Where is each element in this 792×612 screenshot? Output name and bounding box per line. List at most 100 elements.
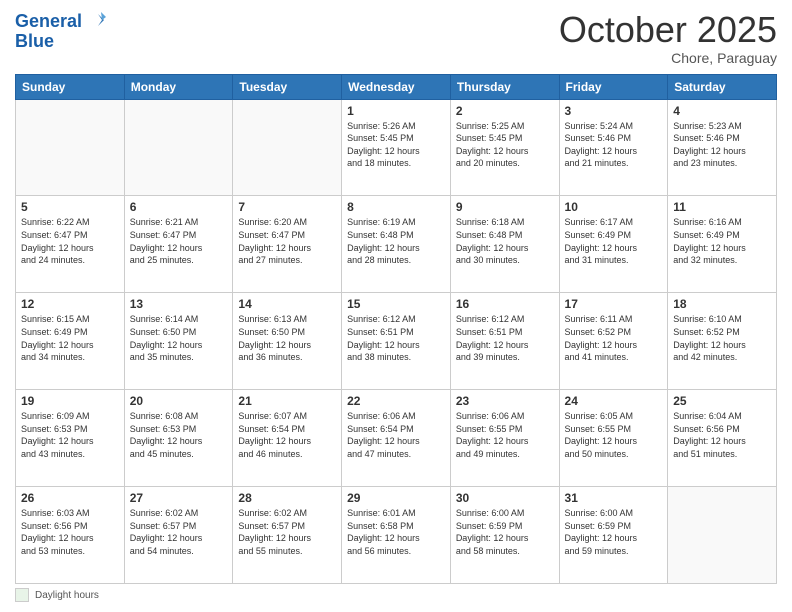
day-number: 13 xyxy=(130,297,228,311)
day-info: Sunrise: 6:06 AM Sunset: 6:54 PM Dayligh… xyxy=(347,410,445,460)
logo-general: General xyxy=(15,12,82,30)
calendar-cell xyxy=(16,99,125,196)
daylight-box xyxy=(15,588,29,602)
day-number: 31 xyxy=(565,491,663,505)
calendar-cell: 27Sunrise: 6:02 AM Sunset: 6:57 PM Dayli… xyxy=(124,487,233,584)
calendar-cell: 21Sunrise: 6:07 AM Sunset: 6:54 PM Dayli… xyxy=(233,390,342,487)
day-number: 1 xyxy=(347,104,445,118)
day-number: 5 xyxy=(21,200,119,214)
calendar-cell xyxy=(668,487,777,584)
calendar-cell xyxy=(233,99,342,196)
day-info: Sunrise: 6:11 AM Sunset: 6:52 PM Dayligh… xyxy=(565,313,663,363)
day-number: 24 xyxy=(565,394,663,408)
calendar-week-row: 1 Sunrise: 5:26 AM Sunset: 5:45 PM Daylig… xyxy=(16,99,777,196)
day-number: 23 xyxy=(456,394,554,408)
calendar-header-saturday: Saturday xyxy=(668,74,777,99)
day-info: Sunrise: 6:16 AM Sunset: 6:49 PM Dayligh… xyxy=(673,216,771,266)
calendar-cell: 15 Sunrise: 6:12 AM Sunset: 6:51 PM Dayli… xyxy=(342,293,451,390)
day-info: Sunrise: 5:25 AM Sunset: 5:45 PM Dayligh… xyxy=(456,120,554,170)
day-info: Sunrise: 6:13 AM Sunset: 6:50 PM Dayligh… xyxy=(238,313,336,363)
calendar-cell: 18 Sunrise: 6:10 AM Sunset: 6:52 PM Dayli… xyxy=(668,293,777,390)
day-info: Sunrise: 6:18 AM Sunset: 6:48 PM Dayligh… xyxy=(456,216,554,266)
day-number: 11 xyxy=(673,200,771,214)
day-number: 4 xyxy=(673,104,771,118)
day-info: Sunrise: 6:03 AM Sunset: 6:56 PM Dayligh… xyxy=(21,507,119,557)
day-number: 10 xyxy=(565,200,663,214)
calendar-cell: 26 Sunrise: 6:03 AM Sunset: 6:56 PM Dayli… xyxy=(16,487,125,584)
calendar-header-sunday: Sunday xyxy=(16,74,125,99)
calendar-cell: 23 Sunrise: 6:06 AM Sunset: 6:55 PM Dayli… xyxy=(450,390,559,487)
day-info: Sunrise: 6:12 AM Sunset: 6:51 PM Dayligh… xyxy=(347,313,445,363)
logo-bird-icon xyxy=(84,10,106,32)
day-number: 25 xyxy=(673,394,771,408)
day-info: Sunrise: 6:05 AM Sunset: 6:55 PM Dayligh… xyxy=(565,410,663,460)
day-number: 22 xyxy=(347,394,445,408)
day-info: Sunrise: 6:00 AM Sunset: 6:59 PM Dayligh… xyxy=(456,507,554,557)
calendar-week-row: 19Sunrise: 6:09 AM Sunset: 6:53 PM Dayli… xyxy=(16,390,777,487)
calendar-cell: 8Sunrise: 6:19 AM Sunset: 6:48 PM Daylig… xyxy=(342,196,451,293)
calendar-cell: 10Sunrise: 6:17 AM Sunset: 6:49 PM Dayli… xyxy=(559,196,668,293)
calendar-cell: 6Sunrise: 6:21 AM Sunset: 6:47 PM Daylig… xyxy=(124,196,233,293)
calendar-cell: 5 Sunrise: 6:22 AM Sunset: 6:47 PM Daylig… xyxy=(16,196,125,293)
calendar-cell: 3Sunrise: 5:24 AM Sunset: 5:46 PM Daylig… xyxy=(559,99,668,196)
calendar-cell: 19Sunrise: 6:09 AM Sunset: 6:53 PM Dayli… xyxy=(16,390,125,487)
calendar-header-row: SundayMondayTuesdayWednesdayThursdayFrid… xyxy=(16,74,777,99)
header: General Blue October 2025 Chore, Paragua… xyxy=(15,10,777,66)
day-number: 28 xyxy=(238,491,336,505)
day-info: Sunrise: 6:08 AM Sunset: 6:53 PM Dayligh… xyxy=(130,410,228,460)
month-title: October 2025 xyxy=(559,10,777,50)
calendar-cell: 11 Sunrise: 6:16 AM Sunset: 6:49 PM Dayli… xyxy=(668,196,777,293)
calendar-cell: 1 Sunrise: 5:26 AM Sunset: 5:45 PM Daylig… xyxy=(342,99,451,196)
day-number: 20 xyxy=(130,394,228,408)
day-number: 26 xyxy=(21,491,119,505)
day-info: Sunrise: 5:26 AM Sunset: 5:45 PM Dayligh… xyxy=(347,120,445,170)
day-info: Sunrise: 6:07 AM Sunset: 6:54 PM Dayligh… xyxy=(238,410,336,460)
calendar-cell: 28 Sunrise: 6:02 AM Sunset: 6:57 PM Dayli… xyxy=(233,487,342,584)
calendar-header-thursday: Thursday xyxy=(450,74,559,99)
calendar-week-row: 5 Sunrise: 6:22 AM Sunset: 6:47 PM Daylig… xyxy=(16,196,777,293)
day-info: Sunrise: 6:20 AM Sunset: 6:47 PM Dayligh… xyxy=(238,216,336,266)
day-info: Sunrise: 5:24 AM Sunset: 5:46 PM Dayligh… xyxy=(565,120,663,170)
calendar-week-row: 12Sunrise: 6:15 AM Sunset: 6:49 PM Dayli… xyxy=(16,293,777,390)
calendar-header-tuesday: Tuesday xyxy=(233,74,342,99)
calendar-table: SundayMondayTuesdayWednesdayThursdayFrid… xyxy=(15,74,777,584)
calendar-cell: 14 Sunrise: 6:13 AM Sunset: 6:50 PM Dayli… xyxy=(233,293,342,390)
day-info: Sunrise: 6:06 AM Sunset: 6:55 PM Dayligh… xyxy=(456,410,554,460)
calendar-cell: 29Sunrise: 6:01 AM Sunset: 6:58 PM Dayli… xyxy=(342,487,451,584)
day-number: 18 xyxy=(673,297,771,311)
page: General Blue October 2025 Chore, Paragua… xyxy=(0,0,792,612)
day-info: Sunrise: 6:19 AM Sunset: 6:48 PM Dayligh… xyxy=(347,216,445,266)
day-number: 2 xyxy=(456,104,554,118)
calendar-cell: 12Sunrise: 6:15 AM Sunset: 6:49 PM Dayli… xyxy=(16,293,125,390)
calendar-cell: 7 Sunrise: 6:20 AM Sunset: 6:47 PM Daylig… xyxy=(233,196,342,293)
calendar-cell: 2 Sunrise: 5:25 AM Sunset: 5:45 PM Daylig… xyxy=(450,99,559,196)
day-info: Sunrise: 6:22 AM Sunset: 6:47 PM Dayligh… xyxy=(21,216,119,266)
day-info: Sunrise: 6:14 AM Sunset: 6:50 PM Dayligh… xyxy=(130,313,228,363)
day-number: 14 xyxy=(238,297,336,311)
day-number: 15 xyxy=(347,297,445,311)
calendar-header-wednesday: Wednesday xyxy=(342,74,451,99)
calendar-header-monday: Monday xyxy=(124,74,233,99)
logo: General Blue xyxy=(15,10,106,50)
calendar-week-row: 26 Sunrise: 6:03 AM Sunset: 6:56 PM Dayli… xyxy=(16,487,777,584)
footer: Daylight hours xyxy=(15,588,777,602)
logo-blue: Blue xyxy=(15,32,106,50)
calendar-cell: 9Sunrise: 6:18 AM Sunset: 6:48 PM Daylig… xyxy=(450,196,559,293)
day-number: 29 xyxy=(347,491,445,505)
day-info: Sunrise: 6:02 AM Sunset: 6:57 PM Dayligh… xyxy=(238,507,336,557)
day-info: Sunrise: 6:10 AM Sunset: 6:52 PM Dayligh… xyxy=(673,313,771,363)
calendar-cell: 4Sunrise: 5:23 AM Sunset: 5:46 PM Daylig… xyxy=(668,99,777,196)
day-number: 6 xyxy=(130,200,228,214)
calendar-cell: 25Sunrise: 6:04 AM Sunset: 6:56 PM Dayli… xyxy=(668,390,777,487)
day-info: Sunrise: 6:02 AM Sunset: 6:57 PM Dayligh… xyxy=(130,507,228,557)
calendar-cell: 20 Sunrise: 6:08 AM Sunset: 6:53 PM Dayli… xyxy=(124,390,233,487)
day-info: Sunrise: 6:12 AM Sunset: 6:51 PM Dayligh… xyxy=(456,313,554,363)
day-info: Sunrise: 6:00 AM Sunset: 6:59 PM Dayligh… xyxy=(565,507,663,557)
day-number: 16 xyxy=(456,297,554,311)
day-number: 19 xyxy=(21,394,119,408)
day-number: 12 xyxy=(21,297,119,311)
title-block: October 2025 Chore, Paraguay xyxy=(559,10,777,66)
calendar-cell: 31 Sunrise: 6:00 AM Sunset: 6:59 PM Dayli… xyxy=(559,487,668,584)
day-number: 7 xyxy=(238,200,336,214)
location-subtitle: Chore, Paraguay xyxy=(559,50,777,66)
